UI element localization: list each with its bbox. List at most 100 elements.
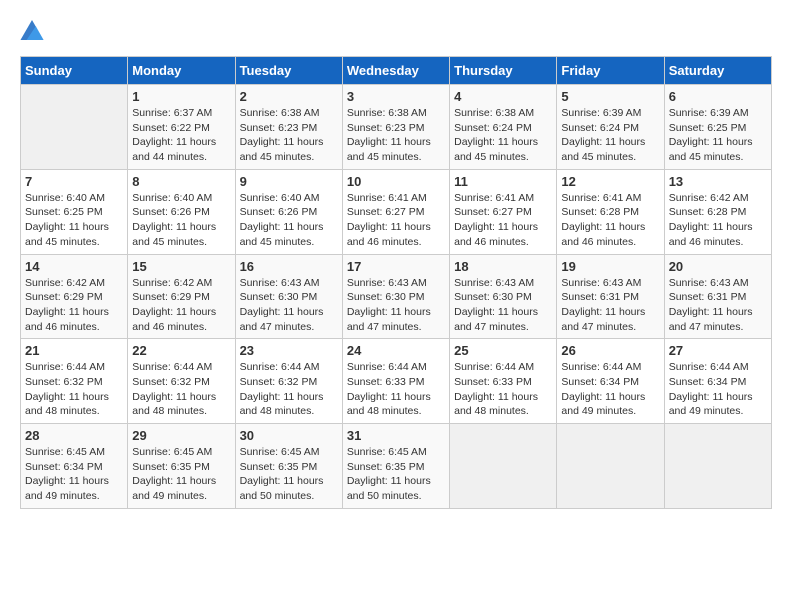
sunset-text: Sunset: 6:27 PM [347, 205, 445, 220]
day-number: 5 [561, 89, 659, 104]
day-info: Sunrise: 6:45 AMSunset: 6:35 PMDaylight:… [240, 445, 338, 504]
day-number: 11 [454, 174, 552, 189]
daylight-text: Daylight: 11 hours and 45 minutes. [669, 135, 767, 164]
daylight-text: Daylight: 11 hours and 49 minutes. [561, 390, 659, 419]
sunset-text: Sunset: 6:24 PM [454, 121, 552, 136]
daylight-text: Daylight: 11 hours and 48 minutes. [454, 390, 552, 419]
calendar-cell: 11 Sunrise: 6:41 AMSunset: 6:27 PMDayligh… [450, 169, 557, 254]
daylight-text: Daylight: 11 hours and 45 minutes. [347, 135, 445, 164]
sunrise-text: Sunrise: 6:43 AM [347, 276, 445, 291]
calendar-cell: 17Sunrise: 6:43 AMSunset: 6:30 PMDayligh… [342, 254, 449, 339]
day-info: Sunrise: 6:41 AMSunset: 6:27 PMDaylight:… [454, 191, 552, 250]
calendar-cell [21, 85, 128, 170]
daylight-text: Daylight: 11 hours and 45 minutes. [25, 220, 123, 249]
calendar-cell: 20Sunrise: 6:43 AMSunset: 6:31 PMDayligh… [664, 254, 771, 339]
sunrise-text: Sunrise: 6:43 AM [240, 276, 338, 291]
day-info: Sunrise: 6:44 AMSunset: 6:34 PMDaylight:… [561, 360, 659, 419]
col-header-sunday: Sunday [21, 57, 128, 85]
week-row-5: 28Sunrise: 6:45 AMSunset: 6:34 PMDayligh… [21, 424, 772, 509]
sunrise-text: Sunrise: 6:45 AM [25, 445, 123, 460]
col-header-friday: Friday [557, 57, 664, 85]
sunrise-text: Sunrise: 6:44 AM [25, 360, 123, 375]
sunrise-text: Sunrise: 6:40 AM [25, 191, 123, 206]
day-number: 19 [561, 259, 659, 274]
sunset-text: Sunset: 6:25 PM [25, 205, 123, 220]
sunrise-text: Sunrise: 6:39 AM [561, 106, 659, 121]
day-info: Sunrise: 6:39 AMSunset: 6:24 PMDaylight:… [561, 106, 659, 165]
day-number: 18 [454, 259, 552, 274]
calendar-cell [557, 424, 664, 509]
daylight-text: Daylight: 11 hours and 46 minutes. [347, 220, 445, 249]
daylight-text: Daylight: 11 hours and 45 minutes. [561, 135, 659, 164]
sunrise-text: Sunrise: 6:44 AM [561, 360, 659, 375]
calendar-cell: 16Sunrise: 6:43 AMSunset: 6:30 PMDayligh… [235, 254, 342, 339]
day-info: Sunrise: 6:44 AMSunset: 6:32 PMDaylight:… [132, 360, 230, 419]
day-number: 26 [561, 343, 659, 358]
day-info: Sunrise: 6:44 AMSunset: 6:33 PMDaylight:… [347, 360, 445, 419]
calendar-cell: 14Sunrise: 6:42 AMSunset: 6:29 PMDayligh… [21, 254, 128, 339]
calendar-cell [450, 424, 557, 509]
sunrise-text: Sunrise: 6:41 AM [347, 191, 445, 206]
sunset-text: Sunset: 6:35 PM [132, 460, 230, 475]
day-number: 10 [347, 174, 445, 189]
day-number: 17 [347, 259, 445, 274]
sunrise-text: Sunrise: 6:44 AM [132, 360, 230, 375]
day-number: 8 [132, 174, 230, 189]
day-number: 14 [25, 259, 123, 274]
calendar-cell: 13Sunrise: 6:42 AMSunset: 6:28 PMDayligh… [664, 169, 771, 254]
day-number: 29 [132, 428, 230, 443]
calendar-cell: 15Sunrise: 6:42 AMSunset: 6:29 PMDayligh… [128, 254, 235, 339]
day-number: 28 [25, 428, 123, 443]
sunrise-text: Sunrise: 6:45 AM [132, 445, 230, 460]
sunrise-text: Sunrise: 6:43 AM [561, 276, 659, 291]
day-info: Sunrise: 6:43 AMSunset: 6:31 PMDaylight:… [561, 276, 659, 335]
day-info: Sunrise: 6:45 AMSunset: 6:35 PMDaylight:… [132, 445, 230, 504]
day-number: 4 [454, 89, 552, 104]
daylight-text: Daylight: 11 hours and 50 minutes. [347, 474, 445, 503]
day-info: Sunrise: 6:43 AMSunset: 6:30 PMDaylight:… [240, 276, 338, 335]
sunrise-text: Sunrise: 6:38 AM [347, 106, 445, 121]
day-info: Sunrise: 6:38 AMSunset: 6:24 PMDaylight:… [454, 106, 552, 165]
day-number: 21 [25, 343, 123, 358]
sunset-text: Sunset: 6:26 PM [240, 205, 338, 220]
sunset-text: Sunset: 6:24 PM [561, 121, 659, 136]
daylight-text: Daylight: 11 hours and 47 minutes. [669, 305, 767, 334]
daylight-text: Daylight: 11 hours and 48 minutes. [25, 390, 123, 419]
sunset-text: Sunset: 6:31 PM [669, 290, 767, 305]
sunrise-text: Sunrise: 6:43 AM [669, 276, 767, 291]
daylight-text: Daylight: 11 hours and 47 minutes. [454, 305, 552, 334]
sunset-text: Sunset: 6:34 PM [669, 375, 767, 390]
day-info: Sunrise: 6:39 AMSunset: 6:25 PMDaylight:… [669, 106, 767, 165]
sunrise-text: Sunrise: 6:40 AM [240, 191, 338, 206]
daylight-text: Daylight: 11 hours and 45 minutes. [240, 135, 338, 164]
calendar-table: SundayMondayTuesdayWednesdayThursdayFrid… [20, 56, 772, 509]
day-number: 15 [132, 259, 230, 274]
col-header-monday: Monday [128, 57, 235, 85]
sunset-text: Sunset: 6:34 PM [25, 460, 123, 475]
sunset-text: Sunset: 6:30 PM [347, 290, 445, 305]
day-info: Sunrise: 6:44 AMSunset: 6:34 PMDaylight:… [669, 360, 767, 419]
calendar-cell: 3Sunrise: 6:38 AMSunset: 6:23 PMDaylight… [342, 85, 449, 170]
sunrise-text: Sunrise: 6:44 AM [454, 360, 552, 375]
day-info: Sunrise: 6:42 AMSunset: 6:28 PMDaylight:… [669, 191, 767, 250]
calendar-cell: 24Sunrise: 6:44 AMSunset: 6:33 PMDayligh… [342, 339, 449, 424]
logo-icon [20, 20, 44, 40]
daylight-text: Daylight: 11 hours and 46 minutes. [132, 305, 230, 334]
sunset-text: Sunset: 6:25 PM [669, 121, 767, 136]
sunrise-text: Sunrise: 6:41 AM [561, 191, 659, 206]
calendar-cell: 30Sunrise: 6:45 AMSunset: 6:35 PMDayligh… [235, 424, 342, 509]
daylight-text: Daylight: 11 hours and 49 minutes. [25, 474, 123, 503]
sunset-text: Sunset: 6:28 PM [669, 205, 767, 220]
logo [20, 20, 48, 40]
day-number: 9 [240, 174, 338, 189]
daylight-text: Daylight: 11 hours and 46 minutes. [669, 220, 767, 249]
sunrise-text: Sunrise: 6:45 AM [347, 445, 445, 460]
sunrise-text: Sunrise: 6:44 AM [240, 360, 338, 375]
calendar-cell: 5 Sunrise: 6:39 AMSunset: 6:24 PMDaylight… [557, 85, 664, 170]
sunrise-text: Sunrise: 6:41 AM [454, 191, 552, 206]
daylight-text: Daylight: 11 hours and 47 minutes. [561, 305, 659, 334]
calendar-cell: 12Sunrise: 6:41 AMSunset: 6:28 PMDayligh… [557, 169, 664, 254]
sunset-text: Sunset: 6:31 PM [561, 290, 659, 305]
calendar-cell: 8Sunrise: 6:40 AMSunset: 6:26 PMDaylight… [128, 169, 235, 254]
sunset-text: Sunset: 6:29 PM [25, 290, 123, 305]
